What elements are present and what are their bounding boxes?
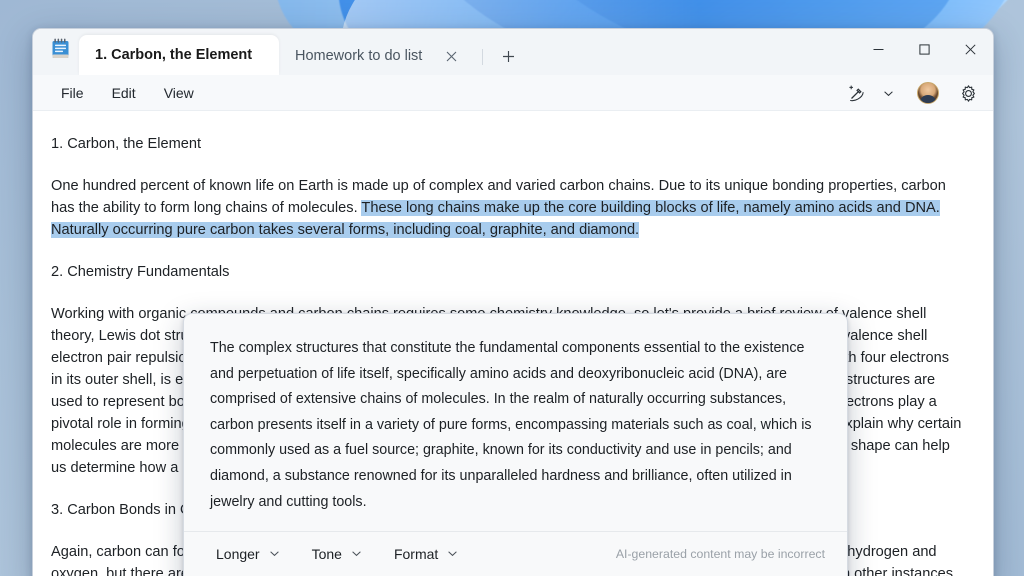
chevron-down-icon — [351, 546, 362, 562]
menu-edit[interactable]: Edit — [98, 80, 150, 106]
window-controls — [855, 29, 993, 69]
maximize-icon[interactable] — [901, 29, 947, 69]
menu-file[interactable]: File — [47, 80, 98, 106]
gear-icon[interactable] — [953, 79, 983, 107]
tone-dropdown-label: Tone — [311, 546, 342, 563]
ai-rewrite-popup: The complex structures that constitute t… — [183, 313, 848, 576]
menu-bar-right-actions — [841, 75, 983, 111]
ai-rewrite-icon[interactable] — [841, 79, 871, 107]
ai-options-row: Longer Tone Format AI-generated content … — [184, 531, 847, 576]
tab-title: 1. Carbon, the Element — [95, 47, 253, 63]
chevron-down-icon[interactable] — [873, 79, 903, 107]
tab-carbon-the-element[interactable]: 1. Carbon, the Element — [79, 35, 279, 75]
length-dropdown[interactable]: Longer — [206, 540, 290, 568]
menu-bar: File Edit View — [33, 75, 993, 111]
format-dropdown-label: Format — [393, 546, 439, 563]
tone-dropdown[interactable]: Tone — [302, 540, 372, 568]
new-tab-button[interactable] — [493, 41, 523, 71]
ai-disclaimer: AI-generated content may be incorrect — [615, 547, 825, 562]
close-icon[interactable] — [440, 45, 462, 67]
tab-title: Homework to do list — [295, 48, 423, 64]
close-icon[interactable] — [947, 29, 993, 69]
user-avatar[interactable] — [917, 82, 939, 104]
document-heading-2: 2. Chemistry Fundamentals — [51, 264, 230, 280]
chevron-down-icon — [447, 546, 458, 562]
format-dropdown[interactable]: Format — [384, 540, 468, 568]
menu-view[interactable]: View — [150, 80, 208, 106]
tab-divider — [482, 49, 484, 65]
notepad-window: 1. Carbon, the Element Homework to do li… — [32, 28, 994, 576]
document-paragraph-1: One hundred percent of known life on Ear… — [51, 175, 963, 241]
title-bar: 1. Carbon, the Element Homework to do li… — [33, 29, 993, 75]
document-heading-1: 1. Carbon, the Element — [51, 136, 202, 152]
ai-rewritten-text: The complex structures that constitute t… — [210, 340, 812, 510]
desktop: 1. Carbon, the Element Homework to do li… — [0, 0, 1024, 576]
length-dropdown-label: Longer — [216, 546, 260, 563]
chevron-down-icon — [269, 546, 280, 562]
minimize-icon[interactable] — [855, 29, 901, 69]
document-area[interactable]: 1. Carbon, the Element One hundred perce… — [33, 111, 993, 576]
tab-strip: 1. Carbon, the Element Homework to do li… — [79, 29, 523, 75]
notepad-icon — [47, 29, 73, 75]
tab-homework-to-do-list[interactable]: Homework to do list — [279, 37, 478, 75]
